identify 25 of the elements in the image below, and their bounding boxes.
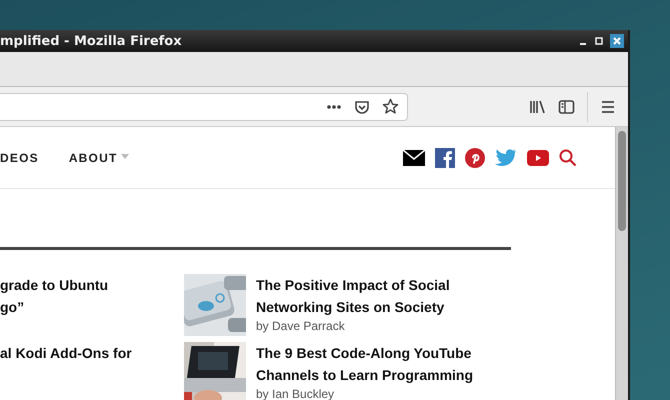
address-field[interactable]: [0, 92, 408, 120]
window-title: mplified - Mozilla Firefox: [0, 34, 182, 48]
mail-icon[interactable]: [403, 150, 425, 166]
nav-link[interactable]: DEOS: [0, 150, 39, 164]
menu-icon[interactable]: [600, 100, 616, 114]
library-icon[interactable]: [529, 98, 546, 114]
article-title[interactable]: The 9 Best Code-Along YouTube Channels to Learn Programming: [256, 342, 516, 386]
pinterest-icon[interactable]: [465, 148, 485, 168]
facebook-icon[interactable]: [435, 148, 455, 168]
pocket-icon[interactable]: [354, 98, 370, 114]
bird-icon[interactable]: [495, 148, 517, 166]
article-title[interactable]: The Positive Impact of Social Networking Sites on Society: [256, 274, 516, 318]
star-icon[interactable]: [382, 98, 399, 115]
article-title[interactable]: grade to Ubuntu go”: [0, 274, 184, 318]
close-icon[interactable]: [610, 34, 624, 48]
scrollbar-thumb[interactable]: [618, 131, 626, 231]
more-icon[interactable]: [326, 104, 342, 110]
scrollbar[interactable]: [615, 127, 628, 400]
maximize-icon[interactable]: [594, 36, 604, 46]
article-title[interactable]: al Kodi Add-Ons for: [0, 342, 184, 364]
video-play-icon[interactable]: [527, 150, 549, 166]
sidebar-icon[interactable]: [558, 98, 575, 114]
article-author: by Dave Parrack: [256, 318, 346, 334]
nav-link[interactable]: ABOUT: [68, 150, 130, 164]
search-icon[interactable]: [559, 148, 577, 166]
